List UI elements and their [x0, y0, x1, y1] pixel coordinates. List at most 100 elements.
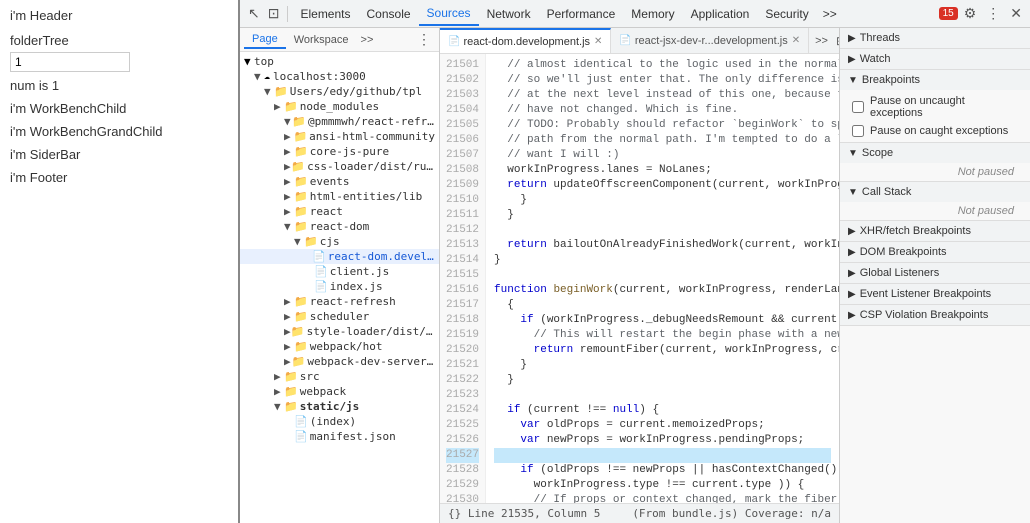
devtools-inspect-icon[interactable]: ↖	[244, 3, 264, 24]
breakpoints-label: Breakpoints	[862, 74, 920, 86]
callstack-not-paused: Not paused	[840, 202, 1030, 220]
editor-tab-close-1[interactable]: ✕	[594, 36, 602, 47]
editor-tabs-more[interactable]: >>	[809, 33, 834, 49]
more-options-icon[interactable]: ⋮	[982, 3, 1004, 24]
website-preview: i'm Header folderTree num is 1 i'm WorkB…	[0, 0, 240, 523]
section-xhr-header[interactable]: ▶ XHR/fetch Breakpoints	[840, 221, 1030, 241]
tab-network[interactable]: Network	[479, 3, 539, 25]
tree-item-manifest[interactable]: 📄 manifest.json	[240, 429, 439, 444]
sources-tab-page[interactable]: Page	[244, 31, 286, 49]
tree-item-src[interactable]: ▶ 📁 src	[240, 369, 439, 384]
section-global-header[interactable]: ▶ Global Listeners	[840, 263, 1030, 283]
section-threads-header[interactable]: ▶ Threads	[840, 28, 1030, 48]
tree-item-react-dom-dev[interactable]: 📄 react-dom.develop...	[240, 249, 439, 264]
tree-item-html-entities[interactable]: ▶ 📁 html-entities/lib	[240, 189, 439, 204]
tree-item-react-dom[interactable]: ▼ 📁 react-dom	[240, 219, 439, 234]
editor-tab-react-jsx[interactable]: 📄 react-jsx-dev-r...development.js ✕	[611, 28, 809, 53]
devtools-header-bar: ↖ ⊡ Elements Console Sources Network Per…	[240, 0, 1030, 28]
website-workbench-child: i'm WorkBenchChild	[0, 97, 238, 120]
tree-item-client-js[interactable]: 📄 client.js	[240, 264, 439, 279]
editor-tab-label-2: react-jsx-dev-r...development.js	[635, 35, 788, 47]
tree-item-index[interactable]: 📄 (index)	[240, 414, 439, 429]
sources-left-panel: Page Workspace >> ⋮ ▼ top ▼ ☁	[240, 28, 440, 523]
code-line: }	[494, 193, 831, 208]
tree-item-top[interactable]: ▼ top	[240, 54, 439, 69]
editor-tab-close-2[interactable]: ✕	[792, 35, 800, 46]
section-callstack: ▼ Call Stack Not paused	[840, 182, 1030, 221]
code-content-area: 21501 21502 21503 21504 21505 21506 2150…	[440, 54, 839, 503]
tab-elements[interactable]: Elements	[292, 3, 358, 25]
breakpoint-caught[interactable]: Pause on caught exceptions	[840, 122, 1030, 140]
tree-item-events[interactable]: ▶ 📁 events	[240, 174, 439, 189]
code-line: }	[494, 373, 831, 388]
devtools-container: ↖ ⊡ Elements Console Sources Network Per…	[240, 0, 1030, 523]
tree-item-scheduler[interactable]: ▶ 📁 scheduler	[240, 309, 439, 324]
tab-application[interactable]: Application	[683, 3, 758, 25]
breakpoint-caught-checkbox[interactable]	[852, 125, 864, 137]
code-line: if (current !== null) {	[494, 403, 831, 418]
code-line: }	[494, 208, 831, 223]
tree-item-localhost[interactable]: ▼ ☁ localhost:3000	[240, 69, 439, 84]
code-line: return bailoutOnAlreadyFinishedWork(curr…	[494, 238, 831, 253]
tree-item-index-js[interactable]: 📄 index.js	[240, 279, 439, 294]
tree-item-ansi[interactable]: ▶ 📁 ansi-html-community	[240, 129, 439, 144]
breakpoint-uncaught-checkbox[interactable]	[852, 101, 864, 113]
code-line: // want I will :)	[494, 148, 831, 163]
tree-item-core-js[interactable]: ▶ 📁 core-js-pure	[240, 144, 439, 159]
tree-item-react-refresh[interactable]: ▶ 📁 react-refresh	[240, 294, 439, 309]
devtools-device-icon[interactable]: ⊡	[264, 3, 284, 24]
section-watch-header[interactable]: ▶ Watch	[840, 49, 1030, 69]
code-line: // almost identical to the logic used in…	[494, 58, 831, 73]
callstack-label: Call Stack	[862, 186, 912, 198]
sources-tab-workspace[interactable]: Workspace	[286, 32, 357, 48]
tree-item-pmmmwh[interactable]: ▼ 📁 @pmmmwh/react-refres...	[240, 114, 439, 129]
code-line: function beginWork(current, workInProgre…	[494, 283, 831, 298]
status-coverage: (From bundle.js) Coverage: n/a	[632, 507, 831, 520]
tree-item-style-loader[interactable]: ▶ 📁 style-loader/dist/runtime...	[240, 324, 439, 339]
code-line: return updateOffscreenComponent(current,…	[494, 178, 831, 193]
code-line: workInProgress.type !== current.type )) …	[494, 478, 831, 493]
line-numbers: 21501 21502 21503 21504 21505 21506 2150…	[440, 54, 486, 503]
section-csp-header[interactable]: ▶ CSP Violation Breakpoints	[840, 305, 1030, 325]
tree-item-static-js[interactable]: ▼ 📁 static/js	[240, 399, 439, 414]
tab-security[interactable]: Security	[757, 3, 816, 25]
event-label: Event Listener Breakpoints	[860, 288, 991, 300]
section-scope-header[interactable]: ▼ Scope	[840, 143, 1030, 163]
status-bar: {} Line 21535, Column 5 (From bundle.js)…	[440, 503, 839, 523]
section-dom-header[interactable]: ▶ DOM Breakpoints	[840, 242, 1030, 262]
website-input[interactable]	[10, 52, 130, 72]
tab-performance[interactable]: Performance	[539, 3, 624, 25]
tab-more[interactable]: >>	[817, 3, 843, 25]
tree-item-react[interactable]: ▶ 📁 react	[240, 204, 439, 219]
tree-item-webpack-hot[interactable]: ▶ 📁 webpack/hot	[240, 339, 439, 354]
section-callstack-header[interactable]: ▼ Call Stack	[840, 182, 1030, 202]
sources-add-folder[interactable]: ⋮	[413, 29, 435, 50]
xhr-arrow: ▶	[848, 226, 856, 237]
settings-icon[interactable]: ⚙	[960, 3, 981, 24]
section-threads: ▶ Threads	[840, 28, 1030, 49]
tree-item-users[interactable]: ▼ 📁 Users/edy/github/tpl	[240, 84, 439, 99]
tree-item-node-modules[interactable]: ▶ 📁 node_modules	[240, 99, 439, 114]
breakpoint-caught-label: Pause on caught exceptions	[870, 125, 1008, 137]
xhr-label: XHR/fetch Breakpoints	[860, 225, 971, 237]
dom-arrow: ▶	[848, 247, 856, 258]
code-line	[494, 268, 831, 283]
code-line: var oldProps = current.memoizedProps;	[494, 418, 831, 433]
website-num-label: num is 1	[0, 74, 238, 97]
code-line: // path from the normal path. I'm tempte…	[494, 133, 831, 148]
section-breakpoints-header[interactable]: ▼ Breakpoints	[840, 70, 1030, 90]
close-devtools-icon[interactable]: ✕	[1006, 3, 1026, 24]
tree-item-css-loader[interactable]: ▶ 📁 css-loader/dist/runtime...	[240, 159, 439, 174]
section-event-header[interactable]: ▶ Event Listener Breakpoints	[840, 284, 1030, 304]
tab-sources[interactable]: Sources	[419, 2, 479, 26]
tab-memory[interactable]: Memory	[623, 3, 682, 25]
tree-item-webpack[interactable]: ▶ 📁 webpack	[240, 384, 439, 399]
breakpoints-content: Pause on uncaught exceptions Pause on ca…	[840, 90, 1030, 142]
editor-tab-react-dom[interactable]: 📄 react-dom.development.js ✕	[440, 28, 611, 53]
tree-item-webpack-dev-server[interactable]: ▶ 📁 webpack-dev-server/cli...	[240, 354, 439, 369]
breakpoint-uncaught[interactable]: Pause on uncaught exceptions	[840, 92, 1030, 122]
sources-tab-more[interactable]: >>	[357, 32, 378, 48]
tree-item-cjs[interactable]: ▼ 📁 cjs	[240, 234, 439, 249]
tab-console[interactable]: Console	[359, 3, 419, 25]
code-lines[interactable]: // almost identical to the logic used in…	[486, 54, 839, 503]
